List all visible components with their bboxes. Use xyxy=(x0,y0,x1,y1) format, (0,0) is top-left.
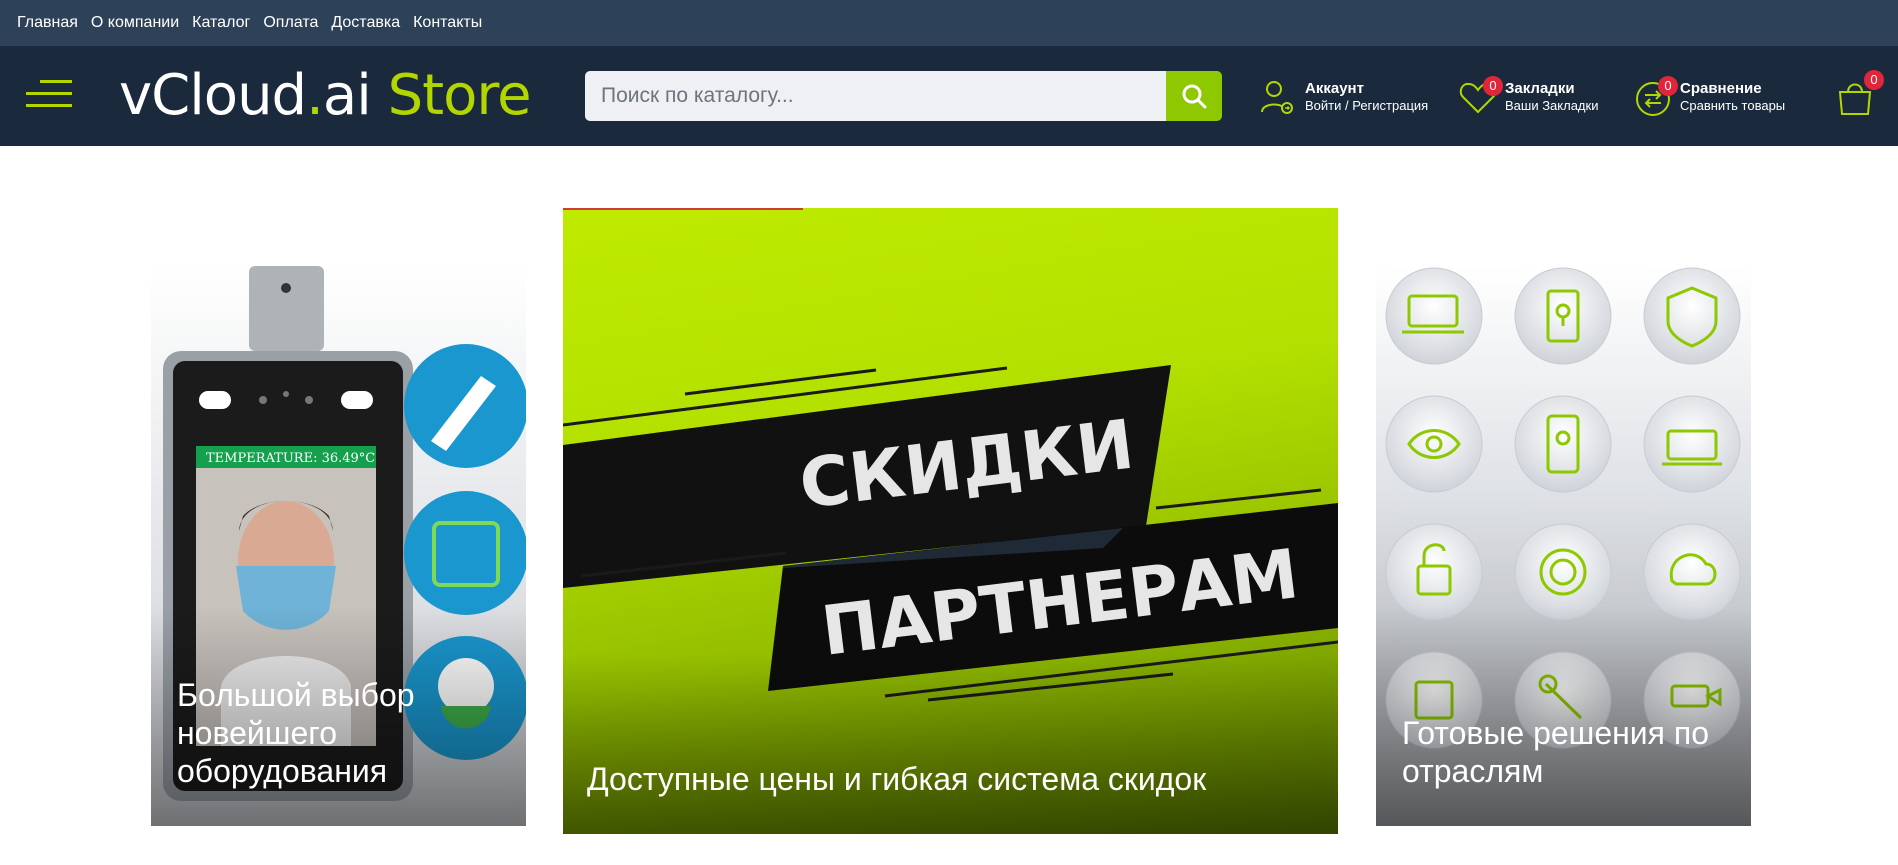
nav-link-delivery[interactable]: Доставка xyxy=(331,14,400,32)
cart-count-badge: 0 xyxy=(1864,70,1884,90)
bookmarks-link[interactable]: 0 Закладки Ваши Закладки xyxy=(1457,72,1598,122)
banner-industry-solutions[interactable]: Готовые решения по отраслям xyxy=(1376,266,1751,826)
search-input[interactable] xyxy=(585,71,1166,121)
nav-link-home[interactable]: Главная xyxy=(17,14,78,32)
compare-count-badge: 0 xyxy=(1658,76,1678,96)
heart-icon: 0 xyxy=(1457,76,1503,118)
logo-dot: . xyxy=(306,63,324,128)
logo-text-vcloud: vCloud xyxy=(119,63,307,128)
banner-discounts-caption: Доступные цены и гибкая система скидок xyxy=(587,761,1207,797)
banner-equipment[interactable]: TEMPERATURE: 36.49°C Большой выбор новей… xyxy=(151,266,526,826)
account-link[interactable]: Аккаунт Войти / Регистрация xyxy=(1257,72,1428,122)
banner-equipment-caption: Большой выбор новейшего оборудования xyxy=(177,677,415,789)
compare-subtitle: Сравнить товары xyxy=(1680,98,1786,113)
main-header: vCloud.ai Store Аккаунт Войти / Регистра… xyxy=(0,46,1898,146)
banner-section: TEMPERATURE: 36.49°C Большой выбор новей… xyxy=(0,208,1898,834)
bookmarks-count-badge: 0 xyxy=(1483,76,1503,96)
menu-icon[interactable] xyxy=(26,80,72,114)
bookmarks-subtitle: Ваши Закладки xyxy=(1505,98,1599,113)
bookmarks-title: Закладки xyxy=(1505,80,1575,97)
banner-solutions-caption: Готовые решения по отраслям xyxy=(1402,715,1710,789)
logo-text-store: Store xyxy=(370,63,532,128)
nav-link-about[interactable]: О компании xyxy=(91,14,179,32)
top-nav: Главная О компании Каталог Оплата Достав… xyxy=(0,0,1898,46)
account-title: Аккаунт xyxy=(1305,80,1364,97)
account-subtitle: Войти / Регистрация xyxy=(1305,98,1429,113)
search-bar xyxy=(585,71,1222,121)
search-icon xyxy=(1182,84,1207,109)
cart-link[interactable]: 0 xyxy=(1834,70,1884,122)
user-icon xyxy=(1257,76,1299,118)
compare-icon: 0 xyxy=(1632,76,1678,118)
temperature-label: TEMPERATURE: 36.49°C xyxy=(206,451,375,466)
nav-link-contacts[interactable]: Контакты xyxy=(413,14,482,32)
shopping-bag-icon: 0 xyxy=(1834,70,1884,118)
nav-link-catalog[interactable]: Каталог xyxy=(192,14,250,32)
compare-link[interactable]: 0 Сравнение Сравнить товары xyxy=(1632,72,1785,122)
logo[interactable]: vCloud.ai Store xyxy=(119,63,532,128)
nav-link-payment[interactable]: Оплата xyxy=(263,14,318,32)
compare-title: Сравнение xyxy=(1680,80,1762,97)
banner-partner-discounts[interactable]: СКИДКИ ПАРТНЕРАМ Доступные цены и гибкая… xyxy=(563,208,1338,834)
logo-text-ai: ai xyxy=(322,63,372,128)
search-button[interactable] xyxy=(1166,71,1222,121)
